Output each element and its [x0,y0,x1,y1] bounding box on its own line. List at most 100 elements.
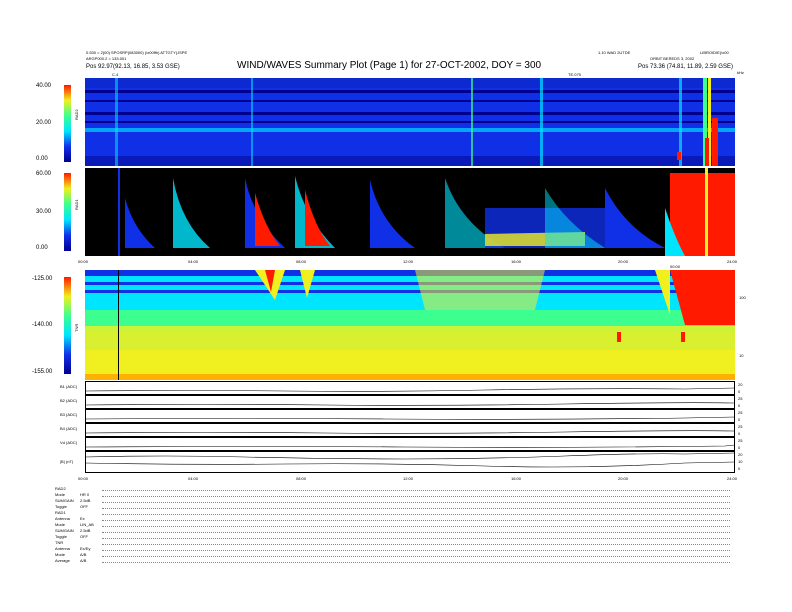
line-traces [85,387,735,468]
footer-value: OFF [80,504,88,509]
line-xtick-5: 20:00 [618,476,629,481]
footer-divider [102,490,730,491]
marker-right-label: TE.075 [568,72,581,77]
footer-divider [102,520,730,521]
footer-divider [102,514,730,515]
line-xtick-4: 16:00 [511,476,522,481]
footer-value: Ex/Ey [80,546,91,551]
line-tick-b2-top: 25 [738,396,743,401]
rad1-xtick-6: 24:00 [727,259,738,264]
footer-key: Toggle [55,504,67,509]
page-title: WIND/WAVES Summary Plot (Page 1) for 27-… [237,60,542,71]
footer-key: Antenna [55,546,70,551]
footer-value: OFF [80,534,88,539]
footer-divider [102,502,730,503]
footer-key: TNR [55,540,64,545]
rad1-xtick-2: 08:00 [296,259,307,264]
rad2-label: RAD2 [74,109,79,120]
line-tick-bmag-top: 20 [738,452,743,457]
footer-value: LIN_AB [80,522,94,527]
rad1-xtick-1: 04:00 [188,259,199,264]
rad1-ytick-top: 60.00 [36,171,52,177]
line-label-bmag: |B| (nT) [60,459,74,464]
tnr-ytick-bottom: -155.00 [32,369,53,375]
footer-value: A/B [80,558,87,563]
footer-divider [102,544,730,545]
footer-key: RAD1 [55,510,66,515]
line-label-vd: Vd (ADC) [60,440,78,445]
line-tick-b3-top: 25 [738,410,743,415]
footer-key: Mode [55,552,66,557]
footer-key: Mode [55,522,66,527]
footer-value: HR 0 [80,492,90,497]
footer-divider [102,562,730,563]
rad2-colorbar [64,85,71,162]
line-tick-b4-bottom: 0 [738,431,741,436]
rad2-ytick-mid: 20.00 [36,120,52,126]
line-xtick-1: 04:00 [188,476,199,481]
tnr-ytick-mid: -140.00 [32,322,53,328]
line-tick-vd-bottom: 0 [738,445,741,450]
footer-divider [102,538,730,539]
footer-key: Average [55,558,70,563]
line-tick-b2-bottom: 0 [738,403,741,408]
footer-key: RAD2 [55,486,66,491]
header-info-right-1: LIBROIDIE(\x00 [700,50,729,55]
rad1-ytick-bottom: 0.00 [36,245,48,251]
footer-key: SUMGAIN [55,528,74,533]
line-label-b4: B4 (ADC) [60,426,78,431]
footer-divider [102,532,730,533]
header-info-left-1: 0.530 = 2(00) SPOSRP(083000) (\x00ffh) A… [86,50,188,55]
footer-divider [102,496,730,497]
tnr-label: TNR [74,323,79,332]
rad1-xtick-4: 16:00 [511,259,522,264]
rad1-ytick-mid: 30.00 [36,209,52,215]
corner-unit-label: kHz [737,70,744,75]
rad1-xtick-3: 12:00 [403,259,414,264]
tnr-spectrogram [85,270,735,380]
footer-key: SUMGAIN [55,498,74,503]
rad1-spectrogram [85,168,735,256]
footer-key: Mode [55,492,66,497]
tnr-right-tick-1: 100 [739,295,746,300]
header-info-right-2: ORBIT BEREDS 3, 2002 [650,56,695,61]
position-right: Pos 73.36 (74.81, 11.89, 2.59 GSE) [638,64,733,70]
line-xtick-3: 12:00 [403,476,414,481]
line-tick-bmag-mid: 10 [738,459,743,464]
line-label-b1: B1 (ADC) [60,384,78,389]
footer-divider [102,550,730,551]
tnr-right-tick-2: 10 [739,353,744,358]
footer-value: A/B [80,552,87,557]
footer-divider [102,526,730,527]
line-label-b3: B3 (ADC) [60,412,78,417]
position-left: Pos 92.97(92.13, 16.85, 3.53 GSE) [86,64,180,70]
rad1-colorbar [64,173,71,251]
rad1-label: RAD1 [74,199,79,210]
footer-value: 2.5dB [80,498,91,503]
rad1-xtick-5: 20:00 [618,259,629,264]
rad1-xtick-0: 00:00 [78,259,89,264]
footer-key: Toggle [55,534,67,539]
footer-key: Antenna [55,516,70,521]
line-tick-b1-bottom: 0 [738,389,741,394]
line-xtick-2: 08:00 [296,476,307,481]
line-tick-vd-top: 25 [738,438,743,443]
header-info-center-right: 1.10 WAD 2UTDE [598,50,631,55]
marker-left-label: C.4 [112,72,119,77]
footer-divider [102,556,730,557]
rad2-ytick-top: 40.00 [36,83,52,89]
rad2-ytick-bottom: 0.00 [36,156,48,162]
footer-value: Ex [80,516,85,521]
line-tick-bmag-bottom: 0 [738,466,741,471]
header-info-left-2: ARGP000.2 = 133.001 [86,56,127,61]
line-xtick-0: 00:00 [78,476,89,481]
line-label-b2: B2 (ADC) [60,398,78,403]
line-xtick-6: 24:00 [727,476,738,481]
tnr-top-right-label: 00:00 [670,264,681,269]
tnr-ytick-top: -125.00 [32,276,53,282]
line-tick-b3-bottom: 0 [738,417,741,422]
line-tick-b4-top: 25 [738,424,743,429]
line-tick-b1-top: 20 [738,382,743,387]
tnr-colorbar [64,277,71,374]
footer-value: 2.5dB [80,528,91,533]
